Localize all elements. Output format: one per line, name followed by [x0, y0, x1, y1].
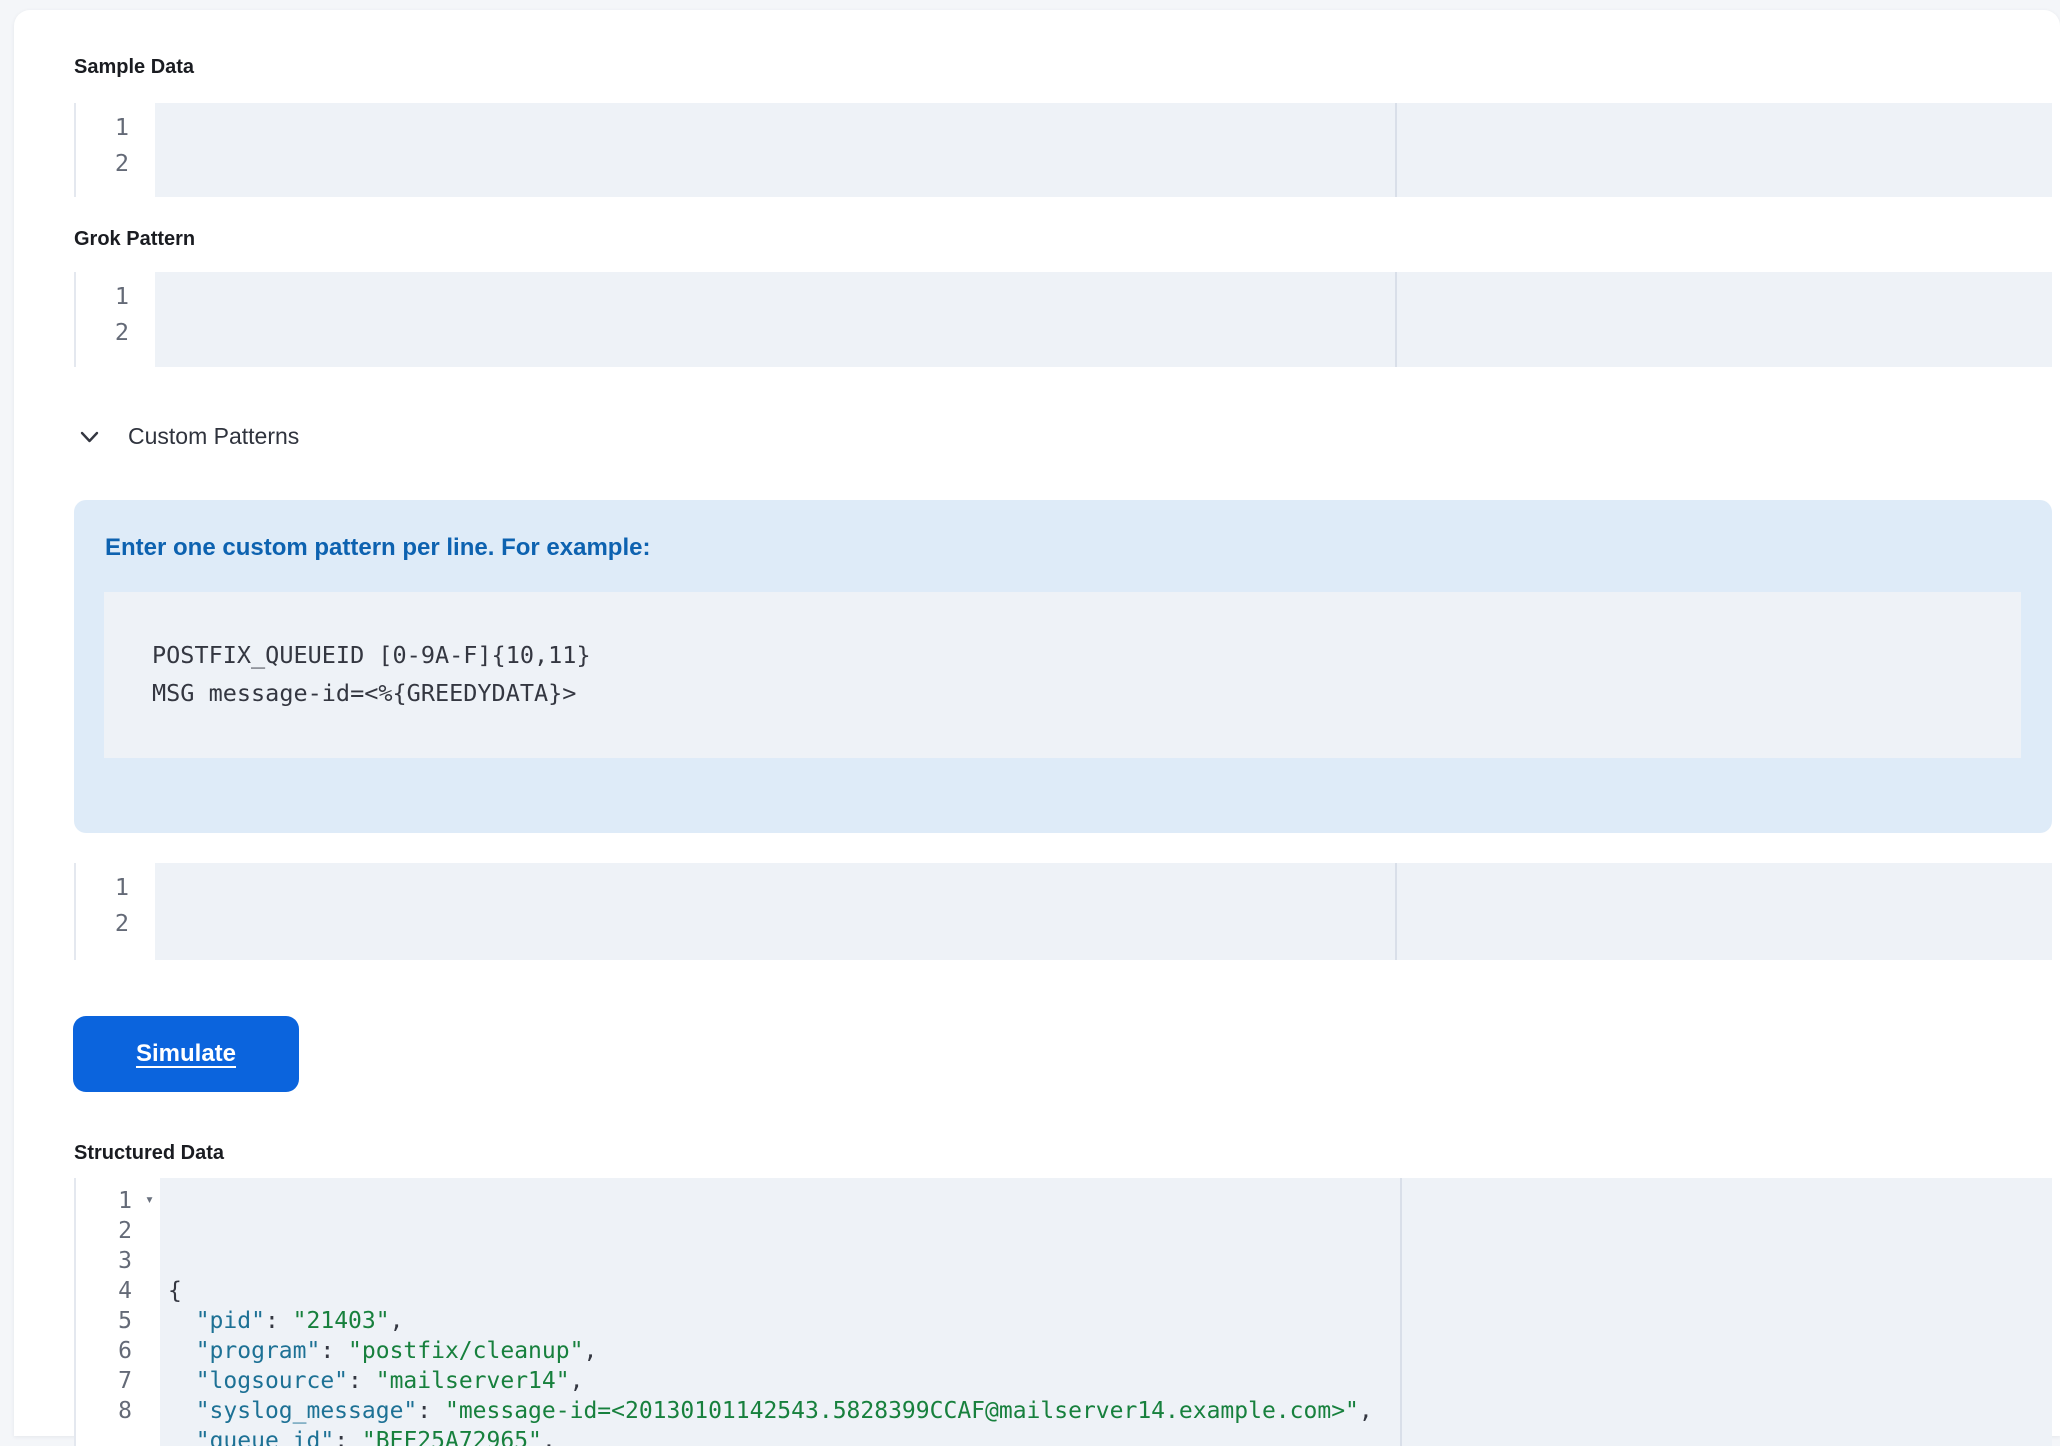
grok-pattern-label: Grok Pattern	[74, 226, 195, 252]
json-punct: :	[417, 1398, 445, 1424]
editor-gutter: 12	[76, 272, 155, 367]
json-punct: :	[265, 1308, 293, 1334]
json-string: "mailserver14"	[376, 1368, 570, 1394]
json-key: "pid"	[196, 1308, 265, 1334]
print-margin-ruler	[1395, 272, 1397, 367]
json-punct: :	[334, 1428, 362, 1446]
json-key: "logsource"	[196, 1368, 348, 1394]
content-card: Sample Data 12 Jan 1 06:25:43 mailserver…	[14, 10, 2060, 1436]
simulate-button[interactable]: Simulate	[73, 1016, 299, 1092]
json-string: "21403"	[293, 1308, 390, 1334]
editor-gutter: 12	[76, 103, 155, 197]
line-number: 5	[76, 1306, 132, 1336]
editor-content: POSTFIX_QUEUEID [0-9A-F]{10,11}MSG messa…	[155, 863, 2052, 960]
line-number: 2	[76, 1216, 132, 1246]
code-line: {	[168, 1276, 2052, 1306]
custom-patterns-label: Custom Patterns	[128, 423, 299, 450]
chevron-down-icon	[76, 423, 103, 450]
code-line: "queue_id": "BEF25A72965",	[168, 1426, 2052, 1446]
code-line: "program": "postfix/cleanup",	[168, 1336, 2052, 1366]
sample-data-label: Sample Data	[74, 54, 194, 80]
json-string: "message-id=<20130101142543.5828399CCAF@…	[445, 1398, 1359, 1424]
callout-title: Enter one custom pattern per line. For e…	[105, 534, 650, 562]
json-key: "syslog_message"	[196, 1398, 418, 1424]
json-string: "BEF25A72965"	[362, 1428, 542, 1446]
json-punct	[168, 1338, 196, 1364]
json-punct: ,	[1359, 1398, 1373, 1424]
editor-content: { "pid": "21403", "program": "postfix/cl…	[160, 1178, 2052, 1446]
json-punct	[168, 1308, 196, 1334]
json-key: "queue_id"	[196, 1428, 334, 1446]
custom-patterns-accordion[interactable]: Custom Patterns	[76, 414, 299, 458]
custom-patterns-callout: Enter one custom pattern per line. For e…	[74, 500, 2052, 833]
code-line: POSTFIX_QUEUEID [0-9A-F]{10,11}	[152, 636, 2021, 674]
grok-pattern-editor[interactable]: 12 %{SYSLOGBASE} %{POSTFIX_QUEUEID:queue…	[74, 272, 2052, 367]
line-number: 1▾	[76, 1186, 132, 1216]
line-number: 1	[76, 109, 129, 145]
line-number: 8	[76, 1396, 132, 1426]
json-punct: :	[348, 1368, 376, 1394]
line-number: 2	[76, 314, 129, 350]
line-number: 1	[76, 869, 129, 905]
editor-content: Jan 1 06:25:43 mailserver14 postfix/clea…	[155, 103, 2052, 197]
json-string: "postfix/cleanup"	[348, 1338, 583, 1364]
code-line: "pid": "21403",	[168, 1306, 2052, 1336]
code-line: MSG message-id=<%{GREEDYDATA}>	[152, 674, 2021, 712]
json-punct: ,	[390, 1308, 404, 1334]
custom-patterns-editor[interactable]: 12 POSTFIX_QUEUEID [0-9A-F]{10,11}MSG me…	[74, 863, 2052, 960]
code-line: "logsource": "mailserver14",	[168, 1366, 2052, 1396]
line-number: 6	[76, 1336, 132, 1366]
structured-data-label: Structured Data	[74, 1140, 224, 1166]
json-punct: ,	[583, 1338, 597, 1364]
line-number: 7	[76, 1366, 132, 1396]
print-margin-ruler	[1395, 103, 1397, 197]
json-key: "program"	[196, 1338, 321, 1364]
json-punct: ,	[542, 1428, 556, 1446]
print-margin-ruler	[1395, 863, 1397, 960]
structured-data-editor: 1▾2345678 { "pid": "21403", "program": "…	[74, 1178, 2052, 1446]
json-punct	[168, 1398, 196, 1424]
line-number: 2	[76, 905, 129, 941]
json-punct: {	[168, 1278, 182, 1304]
line-number: 1	[76, 278, 129, 314]
editor-gutter: 1▾2345678	[76, 1178, 160, 1446]
editor-content: %{SYSLOGBASE} %{POSTFIX_QUEUEID:queue_id…	[155, 272, 2052, 367]
line-number: 2	[76, 145, 129, 181]
json-punct: ,	[570, 1368, 584, 1394]
line-number: 3	[76, 1246, 132, 1276]
fold-arrow-icon[interactable]: ▾	[145, 1192, 154, 1207]
page-background: { "sample_data": { "label": "Sample Data…	[0, 0, 2060, 1436]
callout-example-code: POSTFIX_QUEUEID [0-9A-F]{10,11}MSG messa…	[104, 592, 2021, 758]
json-punct	[168, 1428, 196, 1446]
sample-data-editor[interactable]: 12 Jan 1 06:25:43 mailserver14 postfix/c…	[74, 103, 2052, 197]
json-punct	[168, 1368, 196, 1394]
json-punct: :	[320, 1338, 348, 1364]
line-number: 4	[76, 1276, 132, 1306]
code-line: "syslog_message": "message-id=<201301011…	[168, 1396, 2052, 1426]
editor-gutter: 12	[76, 863, 155, 960]
